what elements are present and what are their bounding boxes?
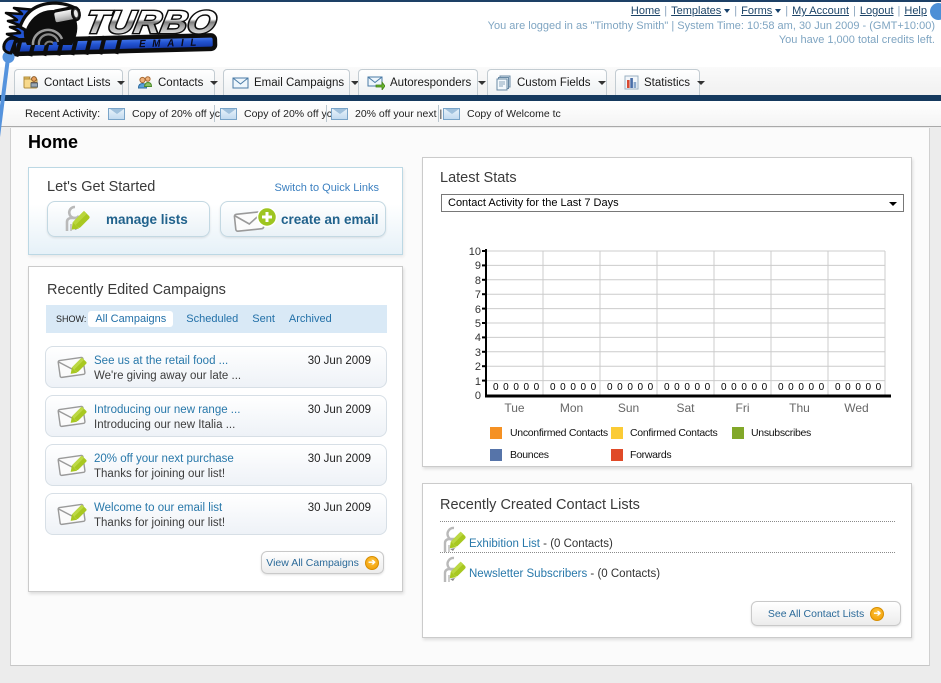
svg-text:TURBO: TURBO <box>83 4 219 40</box>
svg-text:Sun: Sun <box>618 401 639 415</box>
svg-text:1: 1 <box>475 376 481 388</box>
svg-text:8: 8 <box>475 275 481 287</box>
svg-text:00000: 00000 <box>664 382 715 393</box>
svg-text:9: 9 <box>475 260 481 272</box>
svg-text:Wed: Wed <box>844 401 868 415</box>
svg-text:Fri: Fri <box>736 401 750 415</box>
svg-text:Thu: Thu <box>789 401 810 415</box>
svg-text:5: 5 <box>475 318 481 330</box>
svg-text:Mon: Mon <box>560 401 583 415</box>
svg-text:00000: 00000 <box>778 382 829 393</box>
svg-text:3: 3 <box>475 347 481 359</box>
svg-text:10: 10 <box>469 246 481 258</box>
svg-text:4: 4 <box>475 332 481 344</box>
svg-text:00000: 00000 <box>721 382 772 393</box>
svg-text:00000: 00000 <box>493 382 544 393</box>
svg-text:00000: 00000 <box>607 382 658 393</box>
svg-text:6: 6 <box>475 304 481 316</box>
svg-text:0: 0 <box>475 390 481 402</box>
svg-text:Sat: Sat <box>676 401 695 415</box>
svg-text:7: 7 <box>475 289 481 301</box>
svg-text:00000: 00000 <box>835 382 886 393</box>
svg-text:00000: 00000 <box>550 382 601 393</box>
svg-text:2: 2 <box>475 361 481 373</box>
svg-text:Tue: Tue <box>504 401 525 415</box>
